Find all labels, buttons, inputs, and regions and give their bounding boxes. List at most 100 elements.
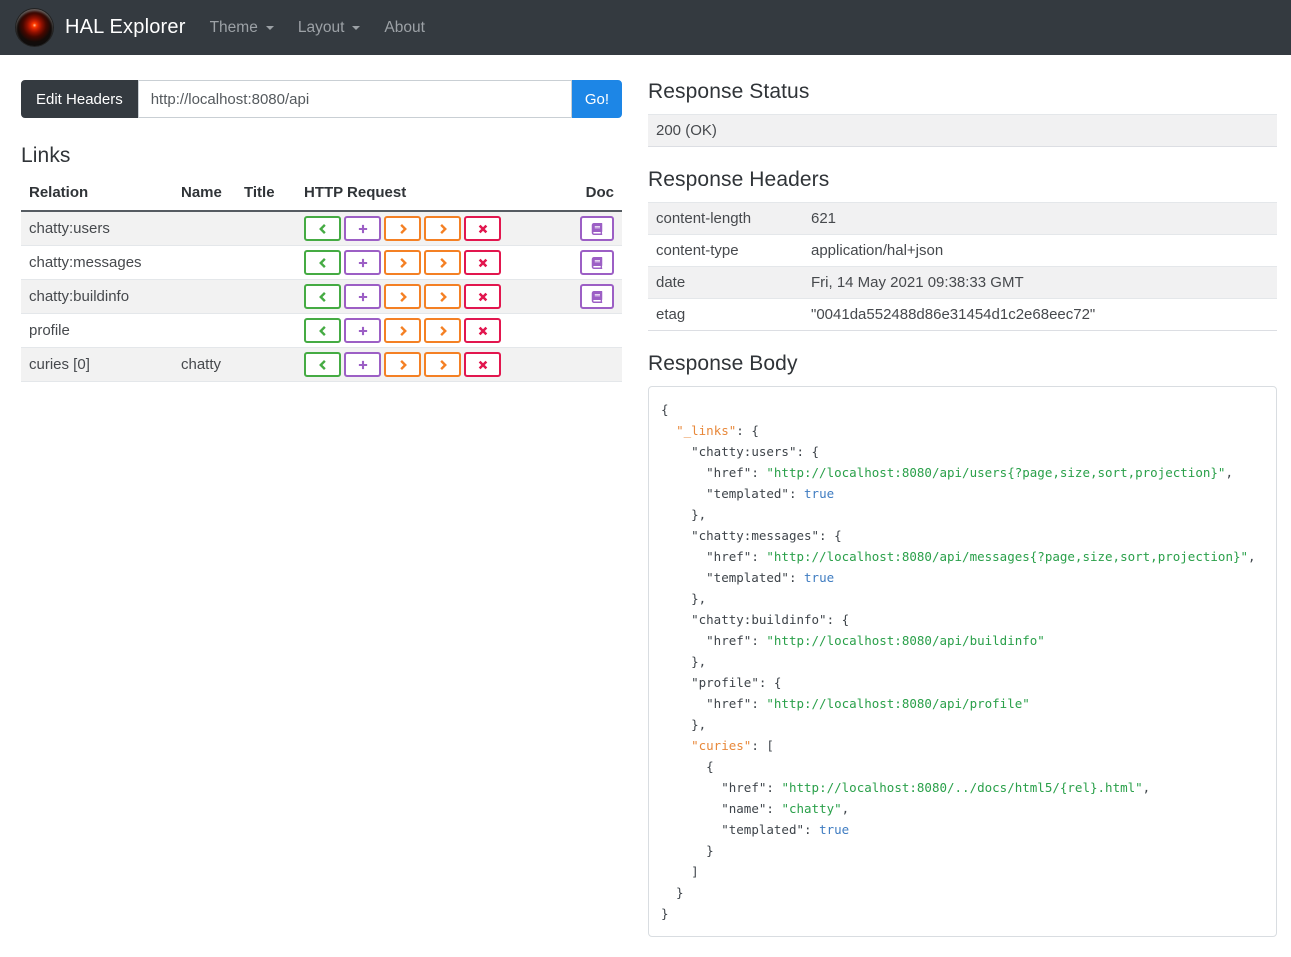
book-icon <box>591 256 603 269</box>
response-status-heading: Response Status <box>648 80 810 103</box>
put-button[interactable] <box>384 318 421 343</box>
put-button[interactable] <box>384 352 421 377</box>
plus-icon <box>357 325 369 337</box>
chevron-right-icon <box>397 257 409 269</box>
request-bar: Edit Headers Go! <box>21 80 622 118</box>
doc-button[interactable] <box>580 250 614 275</box>
links-table-body: chatty:users chatty:messages chatty:buildi… <box>21 211 622 382</box>
book-icon <box>591 290 603 303</box>
get-button[interactable] <box>304 318 341 343</box>
name-cell <box>173 279 236 314</box>
header-value-cell: 621 <box>803 202 1277 235</box>
header-value-cell: application/hal+json <box>803 234 1277 267</box>
links-table: Relation Name Title HTTP Request Doc cha… <box>21 178 622 382</box>
go-button[interactable]: Go! <box>571 80 622 118</box>
name-cell <box>173 313 236 348</box>
links-row: chatty:buildinfo <box>21 279 622 314</box>
delete-button[interactable] <box>464 352 501 377</box>
relation-cell: curies [0] <box>21 347 173 382</box>
delete-button[interactable] <box>464 318 501 343</box>
patch-button[interactable] <box>424 284 461 309</box>
plus-icon <box>357 257 369 269</box>
edit-headers-button[interactable]: Edit Headers <box>21 80 138 118</box>
delete-button[interactable] <box>464 216 501 241</box>
response-headers-table: content-length 621 content-type application… <box>648 202 1277 331</box>
header-name-cell: content-length <box>648 202 803 235</box>
nav-item-theme[interactable]: Theme <box>210 15 274 41</box>
brand-link[interactable]: HAL Explorer <box>16 9 186 46</box>
doc-button[interactable] <box>580 284 614 309</box>
doc-button[interactable] <box>580 216 614 241</box>
response-body-heading: Response Body <box>648 352 798 375</box>
relation-cell: profile <box>21 313 173 348</box>
delete-button[interactable] <box>464 250 501 275</box>
chevron-left-icon <box>317 257 329 269</box>
get-button[interactable] <box>304 352 341 377</box>
response-header-row: date Fri, 14 May 2021 09:38:33 GMT <box>648 266 1277 299</box>
column-header-name: Name <box>173 178 236 212</box>
relation-cell: chatty:users <box>29 220 110 237</box>
get-button[interactable] <box>304 216 341 241</box>
plus-icon <box>357 359 369 371</box>
name-cell <box>173 245 236 280</box>
put-button[interactable] <box>384 216 421 241</box>
relation-cell: chatty:buildinfo <box>21 279 173 314</box>
chevron-right-icon <box>437 325 449 337</box>
header-name-cell: date <box>648 266 803 299</box>
get-button[interactable] <box>304 284 341 309</box>
doc-cell <box>566 313 622 348</box>
get-button[interactable] <box>304 250 341 275</box>
doc-cell <box>566 347 622 382</box>
chevron-right-icon <box>437 223 449 235</box>
response-header-row: etag "0041da552488d86e31454d1c2e68eec72" <box>648 298 1277 331</box>
response-body-json: { "_links": { "chatty:users": { "href": … <box>661 402 1256 921</box>
chevron-left-icon <box>317 223 329 235</box>
put-button[interactable] <box>384 250 421 275</box>
delete-button[interactable] <box>464 284 501 309</box>
post-button[interactable] <box>344 216 381 241</box>
x-icon <box>477 257 489 269</box>
main-content: Edit Headers Go! Links Relation Name Tit… <box>0 55 1291 957</box>
post-button[interactable] <box>344 250 381 275</box>
header-value-cell: "0041da552488d86e31454d1c2e68eec72" <box>803 298 1277 331</box>
patch-button[interactable] <box>424 318 461 343</box>
url-input[interactable] <box>137 80 572 118</box>
plus-icon <box>357 291 369 303</box>
post-button[interactable] <box>344 284 381 309</box>
chevron-left-icon <box>317 325 329 337</box>
nav-item-about[interactable]: About <box>384 15 425 41</box>
title-cell <box>236 211 296 246</box>
column-header-doc: Doc <box>566 178 622 212</box>
title-cell <box>236 279 296 314</box>
http-request-cell <box>296 211 566 246</box>
links-row: chatty:messages <box>21 245 622 280</box>
x-icon <box>477 325 489 337</box>
links-heading: Links <box>21 144 71 167</box>
http-request-cell <box>296 347 566 382</box>
post-button[interactable] <box>344 318 381 343</box>
hal-logo-icon <box>16 9 53 46</box>
links-row: chatty:users <box>21 211 622 246</box>
patch-button[interactable] <box>424 352 461 377</box>
column-header-title: Title <box>236 178 296 212</box>
nav-item-layout[interactable]: Layout <box>298 15 361 41</box>
nav-item-theme-label: Theme <box>209 18 258 36</box>
column-header-relation: Relation <box>21 178 173 212</box>
caret-down-icon <box>352 25 361 30</box>
request-panel: Edit Headers Go! Links Relation Name Tit… <box>21 80 622 382</box>
nav-item-about-label: About <box>384 18 425 36</box>
chevron-right-icon <box>437 291 449 303</box>
response-headers-body: content-length 621 content-type application… <box>648 202 1277 331</box>
chevron-right-icon <box>397 291 409 303</box>
x-icon <box>477 291 489 303</box>
doc-cell <box>566 245 622 280</box>
patch-button[interactable] <box>424 250 461 275</box>
response-header-row: content-type application/hal+json <box>648 234 1277 267</box>
name-cell: chatty <box>173 347 236 382</box>
nav-menu: Theme Layout About <box>210 15 425 41</box>
header-name-cell: content-type <box>648 234 803 267</box>
put-button[interactable] <box>384 284 421 309</box>
patch-button[interactable] <box>424 216 461 241</box>
post-button[interactable] <box>344 352 381 377</box>
relation-cell: chatty:messages <box>21 245 173 280</box>
